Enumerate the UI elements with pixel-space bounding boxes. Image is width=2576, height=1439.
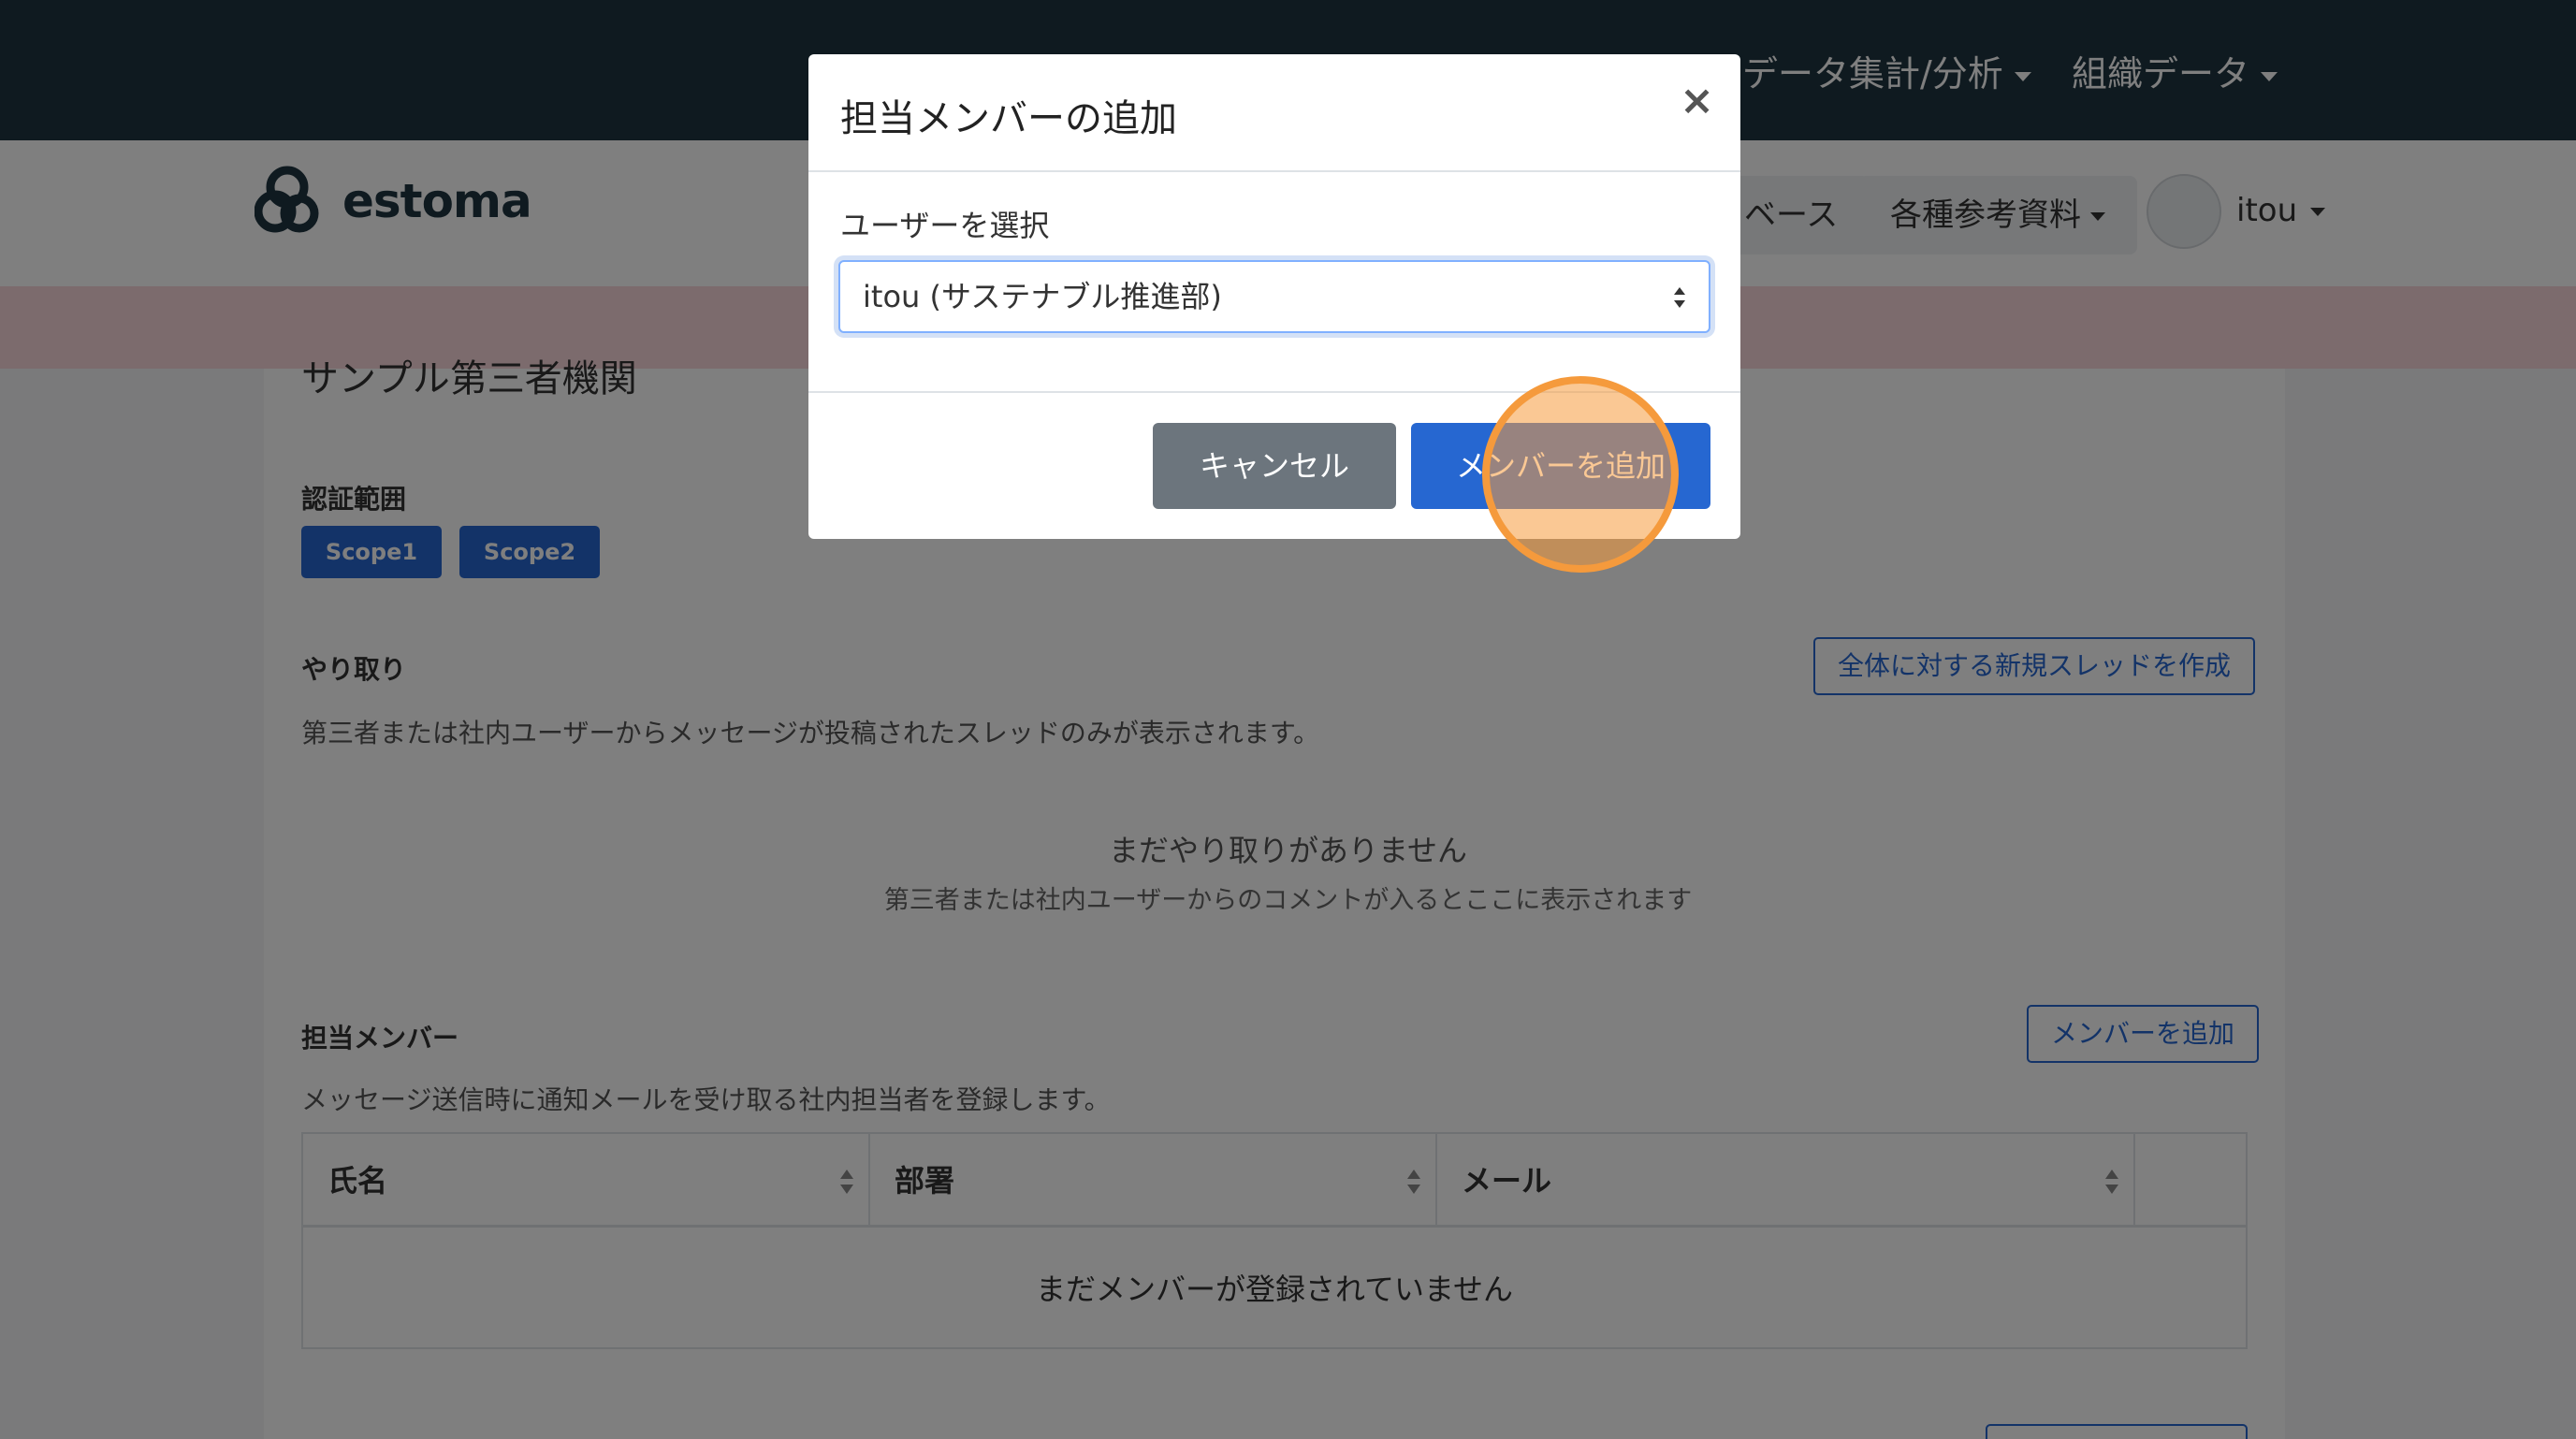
user-select-value: itou (サステナブル推進部) bbox=[863, 279, 1222, 314]
user-select[interactable]: itou (サステナブル推進部) bbox=[838, 260, 1710, 333]
modal-title: 担当メンバーの追加 bbox=[840, 97, 1177, 140]
divider bbox=[808, 391, 1740, 393]
divider bbox=[808, 170, 1740, 172]
add-member-confirm-button[interactable]: メンバーを追加 bbox=[1411, 423, 1710, 509]
add-member-modal: 担当メンバーの追加 × ユーザーを選択 itou (サステナブル推進部) キャン… bbox=[808, 54, 1740, 539]
cancel-button[interactable]: キャンセル bbox=[1153, 423, 1396, 509]
select-arrows-icon bbox=[1674, 287, 1685, 308]
close-icon[interactable]: × bbox=[1680, 80, 1714, 122]
user-select-label: ユーザーを選択 bbox=[840, 208, 1050, 243]
